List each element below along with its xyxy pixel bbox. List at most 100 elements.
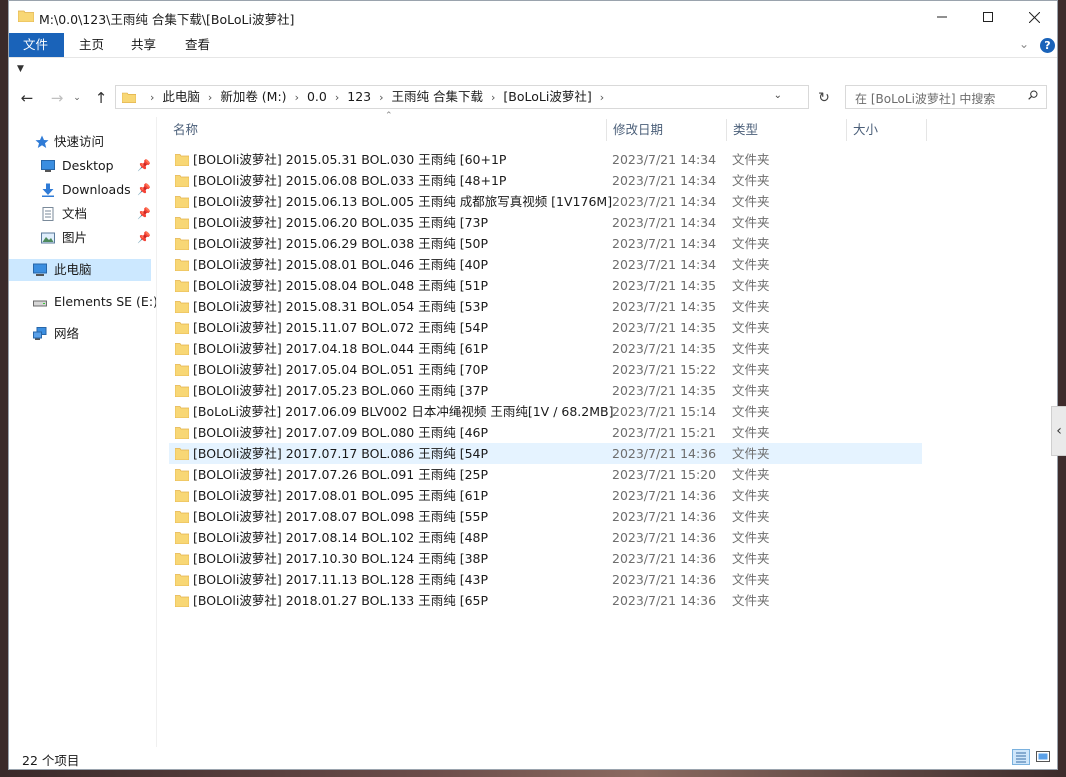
navigation-pane: 快速访问 Desktop 📌 Downloads 📌 文档 📌 图片 📌 此电脑…	[9, 117, 158, 747]
file-row[interactable]: [BOLOli波萝社] 2017.07.26 BOL.091 王雨纯 [25P 2…	[169, 464, 922, 485]
chevron-right-icon[interactable]: ›	[379, 91, 383, 104]
sidebar-item-quick-access[interactable]: 快速访问	[9, 131, 151, 153]
help-icon[interactable]: ?	[1040, 38, 1055, 53]
address-bar[interactable]: › 此电脑 › 新加卷 (M:) › 0.0 › 123 › 王雨纯 合集下载 › [BoLoLi波萝…	[115, 85, 809, 109]
up-button[interactable]: ↑	[91, 88, 111, 108]
tab-view[interactable]: 查看	[171, 33, 224, 57]
pane-divider[interactable]	[156, 117, 157, 747]
sidebar-item-desktop[interactable]: Desktop 📌	[9, 155, 151, 177]
file-row[interactable]: [BOLOli波萝社] 2017.05.04 BOL.051 王雨纯 [70P 2…	[169, 359, 922, 380]
file-row[interactable]: [BoLoLi波萝社] 2017.06.09 BLV002 日本冲绳视频 王雨纯…	[169, 401, 922, 422]
file-date: 2023/7/21 14:36	[612, 593, 717, 608]
pin-icon[interactable]: 📌	[137, 179, 151, 201]
title-bar[interactable]: M:\0.0\123\王雨纯 合集下载\[BoLoLi波萝社]	[9, 1, 1057, 33]
column-divider[interactable]	[726, 119, 727, 141]
pin-icon[interactable]: 📌	[137, 227, 151, 249]
file-date: 2023/7/21 14:34	[612, 152, 717, 167]
folder-icon	[175, 490, 189, 502]
chevron-right-icon[interactable]: ›	[600, 91, 604, 104]
tab-share[interactable]: 共享	[117, 33, 170, 57]
breadcrumb-item[interactable]: 王雨纯 合集下载	[392, 89, 483, 104]
pin-icon[interactable]: 📌	[137, 203, 151, 225]
breadcrumb-item[interactable]: [BoLoLi波萝社]	[503, 89, 591, 104]
column-type[interactable]: 类型	[729, 117, 847, 143]
column-name[interactable]: 名称	[169, 117, 607, 143]
file-row[interactable]: [BOLOli波萝社] 2015.06.20 BOL.035 王雨纯 [73P 2…	[169, 212, 922, 233]
close-button[interactable]	[1011, 1, 1057, 33]
chevron-right-icon[interactable]: ›	[295, 91, 299, 104]
file-row[interactable]: [BOLOli波萝社] 2017.04.18 BOL.044 王雨纯 [61P 2…	[169, 338, 922, 359]
column-date[interactable]: 修改日期	[609, 117, 727, 143]
file-row[interactable]: [BOLOli波萝社] 2015.06.08 BOL.033 王雨纯 [48+1…	[169, 170, 922, 191]
file-row[interactable]: [BOLOli波萝社] 2015.06.29 BOL.038 王雨纯 [50P 2…	[169, 233, 922, 254]
file-type: 文件夹	[732, 446, 770, 461]
pin-icon[interactable]: 📌	[137, 155, 151, 177]
file-row[interactable]: [BOLOli波萝社] 2015.11.07 BOL.072 王雨纯 [54P 2…	[169, 317, 922, 338]
recent-locations-icon[interactable]: ⌄	[71, 88, 83, 108]
file-row[interactable]: [BOLOli波萝社] 2017.07.09 BOL.080 王雨纯 [46P 2…	[169, 422, 922, 443]
file-name: [BOLOli波萝社] 2015.05.31 BOL.030 王雨纯 [60+1…	[193, 152, 507, 167]
sidebar-item-pictures[interactable]: 图片 📌	[9, 227, 151, 249]
sidebar-item-downloads[interactable]: Downloads 📌	[9, 179, 151, 201]
breadcrumb-item[interactable]: 新加卷 (M:)	[220, 89, 286, 104]
file-name: [BOLOli波萝社] 2015.08.04 BOL.048 王雨纯 [51P	[193, 278, 489, 293]
folder-icon	[175, 322, 189, 334]
tab-home[interactable]: 主页	[65, 33, 118, 57]
maximize-button[interactable]	[965, 1, 1011, 33]
file-name: [BOLOli波萝社] 2018.01.27 BOL.133 王雨纯 [65P	[193, 593, 489, 608]
expand-ribbon-icon[interactable]: ⌄	[1019, 37, 1029, 51]
column-divider[interactable]	[926, 119, 927, 141]
search-icon[interactable]	[1028, 90, 1038, 100]
file-row[interactable]: [BOLOli波萝社] 2018.01.27 BOL.133 王雨纯 [65P 2…	[169, 590, 922, 611]
column-divider[interactable]	[846, 119, 847, 141]
file-type: 文件夹	[732, 572, 770, 587]
folder-icon	[175, 595, 189, 607]
minimize-icon	[937, 16, 947, 18]
address-dropdown-icon[interactable]: ⌄	[774, 90, 782, 101]
column-size[interactable]: 大小	[849, 117, 927, 143]
column-divider[interactable]	[606, 119, 607, 141]
details-view-button[interactable]	[1012, 749, 1030, 765]
back-button[interactable]: ←	[17, 88, 37, 108]
file-row[interactable]: [BOLOli波萝社] 2017.07.17 BOL.086 王雨纯 [54P 2…	[169, 443, 922, 464]
file-row[interactable]: [BOLOli波萝社] 2015.05.31 BOL.030 王雨纯 [60+1…	[169, 149, 922, 170]
sidebar-item-documents[interactable]: 文档 📌	[9, 203, 151, 225]
file-row[interactable]: [BOLOli波萝社] 2017.08.07 BOL.098 王雨纯 [55P 2…	[169, 506, 922, 527]
file-date: 2023/7/21 14:34	[612, 194, 717, 209]
customize-toolbar-icon[interactable]: ▼	[17, 64, 24, 74]
large-icons-view-button[interactable]	[1035, 749, 1051, 765]
file-row[interactable]: [BOLOli波萝社] 2015.08.31 BOL.054 王雨纯 [53P 2…	[169, 296, 922, 317]
file-row[interactable]: [BOLOli波萝社] 2015.08.01 BOL.046 王雨纯 [40P 2…	[169, 254, 922, 275]
file-type: 文件夹	[732, 593, 770, 608]
folder-icon	[175, 427, 189, 439]
breadcrumb-item[interactable]: 0.0	[307, 89, 327, 104]
forward-button[interactable]: →	[47, 88, 67, 108]
breadcrumb-item[interactable]: 此电脑	[162, 89, 200, 104]
file-name: [BOLOli波萝社] 2017.07.17 BOL.086 王雨纯 [54P	[193, 446, 489, 461]
refresh-button[interactable]: ↻	[814, 88, 834, 108]
file-row[interactable]: [BOLOli波萝社] 2015.08.04 BOL.048 王雨纯 [51P 2…	[169, 275, 922, 296]
file-row[interactable]: [BOLOli波萝社] 2017.05.23 BOL.060 王雨纯 [37P 2…	[169, 380, 922, 401]
search-input[interactable]: 在 [BoLoLi波萝社] 中搜索	[845, 85, 1047, 109]
sidebar-item-this-pc[interactable]: 此电脑	[9, 259, 151, 281]
file-row[interactable]: [BOLOli波萝社] 2017.08.14 BOL.102 王雨纯 [48P 2…	[169, 527, 922, 548]
quick-access-toolbar: ▼	[9, 57, 1057, 84]
file-type: 文件夹	[732, 278, 770, 293]
collapse-pane-button[interactable]: ‹	[1051, 406, 1066, 456]
file-row[interactable]: [BOLOli波萝社] 2015.06.13 BOL.005 王雨纯 成都旅写真…	[169, 191, 922, 212]
sidebar-item-elements-drive[interactable]: Elements SE (E:)	[9, 291, 158, 313]
minimize-button[interactable]	[919, 1, 965, 33]
tab-file[interactable]: 文件	[9, 33, 64, 57]
folder-icon	[175, 280, 189, 292]
item-count: 22 个项目	[22, 753, 80, 768]
file-row[interactable]: [BOLOli波萝社] 2017.08.01 BOL.095 王雨纯 [61P 2…	[169, 485, 922, 506]
folder-icon	[175, 175, 189, 187]
chevron-right-icon[interactable]: ›	[491, 91, 495, 104]
sidebar-item-network[interactable]: 网络	[9, 323, 151, 345]
breadcrumb-item[interactable]: 123	[347, 89, 371, 104]
chevron-right-icon[interactable]: ›	[150, 91, 154, 104]
chevron-right-icon[interactable]: ›	[335, 91, 339, 104]
chevron-right-icon[interactable]: ›	[208, 91, 212, 104]
file-row[interactable]: [BOLOli波萝社] 2017.11.13 BOL.128 王雨纯 [43P 2…	[169, 569, 922, 590]
file-row[interactable]: [BOLOli波萝社] 2017.10.30 BOL.124 王雨纯 [38P 2…	[169, 548, 922, 569]
